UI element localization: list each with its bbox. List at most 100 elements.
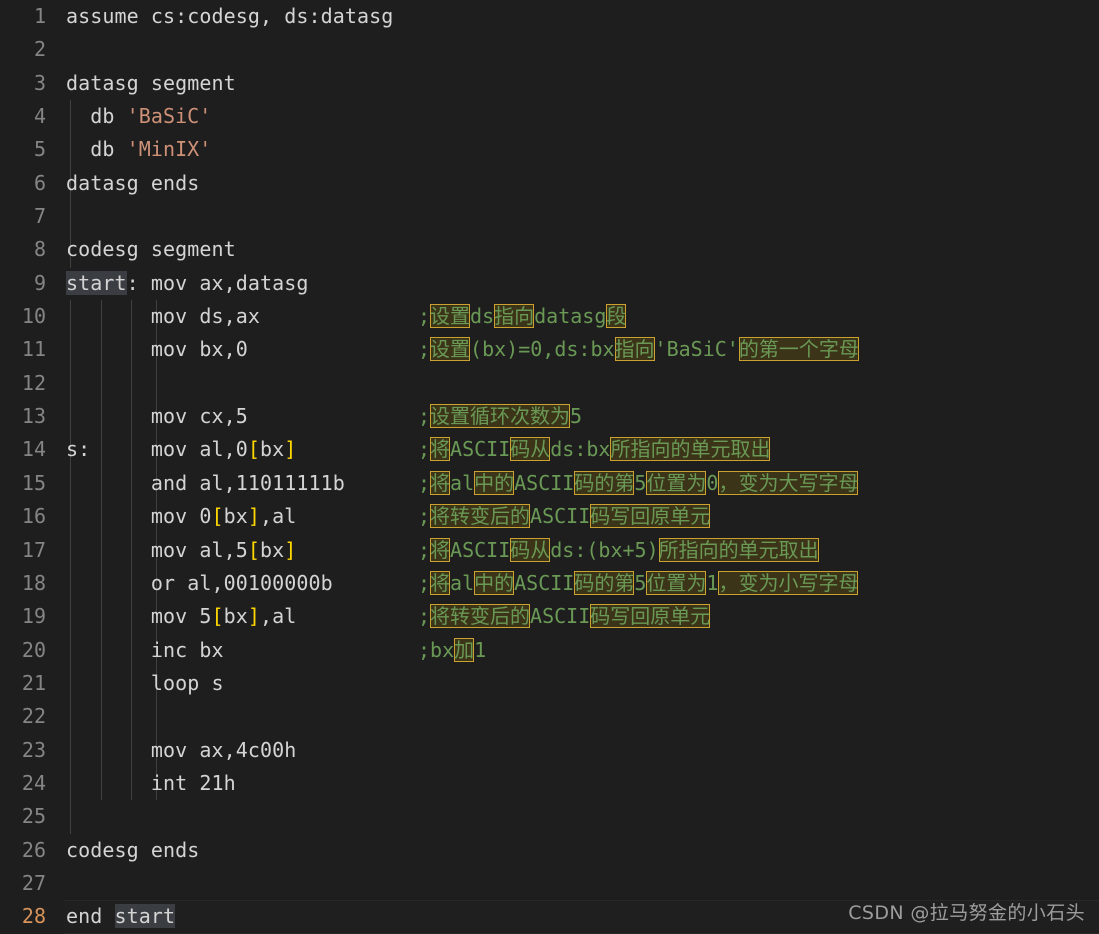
line-number[interactable]: 24	[0, 767, 46, 800]
line-code[interactable]: inc bx	[66, 634, 224, 667]
line-comment[interactable]: ;将转变后的ASCII码写回原单元	[418, 600, 711, 633]
line-number[interactable]: 11	[0, 333, 46, 366]
comment-match-highlight[interactable]: 码的第	[574, 470, 635, 495]
code-line[interactable]: 11 mov bx,0 ;设置(bx)=0,ds:bx指向'BaSiC'的第一个字…	[0, 333, 1099, 366]
comment-match-highlight[interactable]: ，变为大写字母	[718, 470, 859, 495]
line-code[interactable]: codesg ends	[66, 834, 199, 867]
comment-match-highlight[interactable]: 码从	[510, 437, 551, 462]
line-code[interactable]: datasg segment	[66, 67, 236, 100]
line-code[interactable]: mov 0[bx],al	[66, 500, 296, 533]
code-line[interactable]: 21 loop s	[0, 667, 1099, 700]
comment-match-highlight[interactable]: 位置为	[646, 570, 707, 595]
line-number[interactable]: 27	[0, 867, 46, 900]
line-number[interactable]: 6	[0, 167, 46, 200]
code-line[interactable]: 18 or al,00100000b ;将al中的ASCII码的第5位置为1，变为…	[0, 567, 1099, 600]
comment-match-highlight[interactable]: ，变为小写字母	[718, 570, 859, 595]
comment-match-highlight[interactable]: 码从	[510, 537, 551, 562]
code-line[interactable]: 13 mov cx,5 ;设置循环次数为5	[0, 400, 1099, 433]
line-number[interactable]: 17	[0, 534, 46, 567]
line-number[interactable]: 2	[0, 33, 46, 66]
line-code[interactable]: mov ds,ax	[66, 300, 260, 333]
line-comment[interactable]: ;设置循环次数为5	[418, 400, 582, 433]
line-number[interactable]: 25	[0, 800, 46, 833]
line-code[interactable]: db 'BaSiC'	[66, 100, 211, 133]
line-code[interactable]: assume cs:codesg, ds:datasg	[66, 0, 393, 33]
line-code[interactable]: codesg segment	[66, 233, 236, 266]
line-number[interactable]: 5	[0, 133, 46, 166]
comment-match-highlight[interactable]: 指向	[614, 337, 655, 362]
line-code[interactable]: and al,11011111b	[66, 467, 345, 500]
code-line[interactable]: 8 codesg segment	[0, 233, 1099, 266]
line-number[interactable]: 12	[0, 367, 46, 400]
line-number[interactable]: 22	[0, 700, 46, 733]
code-line[interactable]: 14 s: mov al,0[bx] ;将ASCII码从ds:bx所指向的单元取出	[0, 433, 1099, 466]
line-number[interactable]: 3	[0, 67, 46, 100]
line-comment[interactable]: ;将al中的ASCII码的第5位置为1，变为小写字母	[418, 567, 859, 600]
code-line[interactable]: 7	[0, 200, 1099, 233]
comment-match-highlight[interactable]: 码的第	[574, 570, 635, 595]
code-editor[interactable]: 1 assume cs:codesg, ds:datasg 2 3 datasg seg…	[0, 0, 1099, 934]
comment-match-highlight[interactable]: 中的	[474, 570, 515, 595]
code-line[interactable]: 20 inc bx ;bx加1	[0, 634, 1099, 667]
line-code[interactable]: s: mov al,0[bx]	[66, 433, 296, 466]
line-number[interactable]: 26	[0, 834, 46, 867]
comment-match-highlight[interactable]: 将	[430, 537, 451, 562]
line-comment[interactable]: ;设置(bx)=0,ds:bx指向'BaSiC'的第一个字母	[418, 333, 859, 366]
line-number[interactable]: 20	[0, 634, 46, 667]
line-code[interactable]: mov bx,0	[66, 333, 248, 366]
line-comment[interactable]: ;将转变后的ASCII码写回原单元	[418, 500, 711, 533]
comment-match-highlight[interactable]: 设置	[430, 337, 471, 362]
line-number[interactable]: 13	[0, 400, 46, 433]
comment-match-highlight[interactable]: 所指向的单元取出	[658, 537, 819, 562]
line-code[interactable]: mov al,5[bx]	[66, 534, 296, 567]
comment-match-highlight[interactable]: 所指向的单元取出	[610, 437, 771, 462]
line-comment[interactable]: ;设置ds指向datasg段	[418, 300, 627, 333]
code-line[interactable]: 17 mov al,5[bx] ;将ASCII码从ds:(bx+5)所指向的单元取…	[0, 534, 1099, 567]
comment-match-highlight[interactable]: 码写回原单元	[590, 604, 711, 629]
code-line[interactable]: 12	[0, 367, 1099, 400]
comment-match-highlight[interactable]: 中的	[474, 470, 515, 495]
line-code[interactable]: loop s	[66, 667, 224, 700]
line-number[interactable]: 7	[0, 200, 46, 233]
line-comment[interactable]: ;bx加1	[418, 634, 486, 667]
code-line[interactable]: 5 db 'MinIX'	[0, 133, 1099, 166]
comment-match-highlight[interactable]: 指向	[494, 304, 535, 329]
line-number[interactable]: 14	[0, 433, 46, 466]
comment-match-highlight[interactable]: 将	[430, 470, 451, 495]
line-number[interactable]: 15	[0, 467, 46, 500]
comment-match-highlight[interactable]: 将	[430, 570, 451, 595]
line-number[interactable]: 9	[0, 267, 46, 300]
comment-match-highlight[interactable]: 设置	[430, 304, 471, 329]
line-number[interactable]: 23	[0, 734, 46, 767]
comment-match-highlight[interactable]: 设置循环次数为	[430, 404, 571, 429]
code-lines[interactable]: 1 assume cs:codesg, ds:datasg 2 3 datasg seg…	[0, 0, 1099, 934]
code-line[interactable]: 16 mov 0[bx],al ;将转变后的ASCII码写回原单元	[0, 500, 1099, 533]
comment-match-highlight[interactable]: 将	[430, 437, 451, 462]
line-number[interactable]: 16	[0, 500, 46, 533]
line-code[interactable]: mov ax,4c00h	[66, 734, 296, 767]
line-number[interactable]: 18	[0, 567, 46, 600]
code-line[interactable]: 10 mov ds,ax ;设置ds指向datasg段	[0, 300, 1099, 333]
comment-match-highlight[interactable]: 位置为	[646, 470, 707, 495]
code-line[interactable]: 1 assume cs:codesg, ds:datasg	[0, 0, 1099, 33]
code-line[interactable]: 4 db 'BaSiC'	[0, 100, 1099, 133]
line-number[interactable]: 28	[0, 900, 46, 933]
comment-match-highlight[interactable]: 将转变后的	[430, 604, 531, 629]
line-number[interactable]: 10	[0, 300, 46, 333]
line-code[interactable]: datasg ends	[66, 167, 199, 200]
comment-match-highlight[interactable]: 的第一个字母	[738, 337, 859, 362]
selected-word-occurrence[interactable]: start	[114, 904, 176, 929]
comment-match-highlight[interactable]: 加	[454, 637, 475, 662]
code-line[interactable]: 2	[0, 33, 1099, 66]
code-line[interactable]: 22	[0, 700, 1099, 733]
line-code[interactable]: db 'MinIX'	[66, 133, 211, 166]
code-line[interactable]: 27	[0, 867, 1099, 900]
line-number[interactable]: 4	[0, 100, 46, 133]
line-code[interactable]: mov cx,5	[66, 400, 248, 433]
code-line[interactable]: 25	[0, 800, 1099, 833]
line-code[interactable]: or al,00100000b	[66, 567, 333, 600]
code-line[interactable]: 3 datasg segment	[0, 67, 1099, 100]
line-number[interactable]: 19	[0, 600, 46, 633]
line-number[interactable]: 8	[0, 233, 46, 266]
code-line[interactable]: 26 codesg ends	[0, 834, 1099, 867]
